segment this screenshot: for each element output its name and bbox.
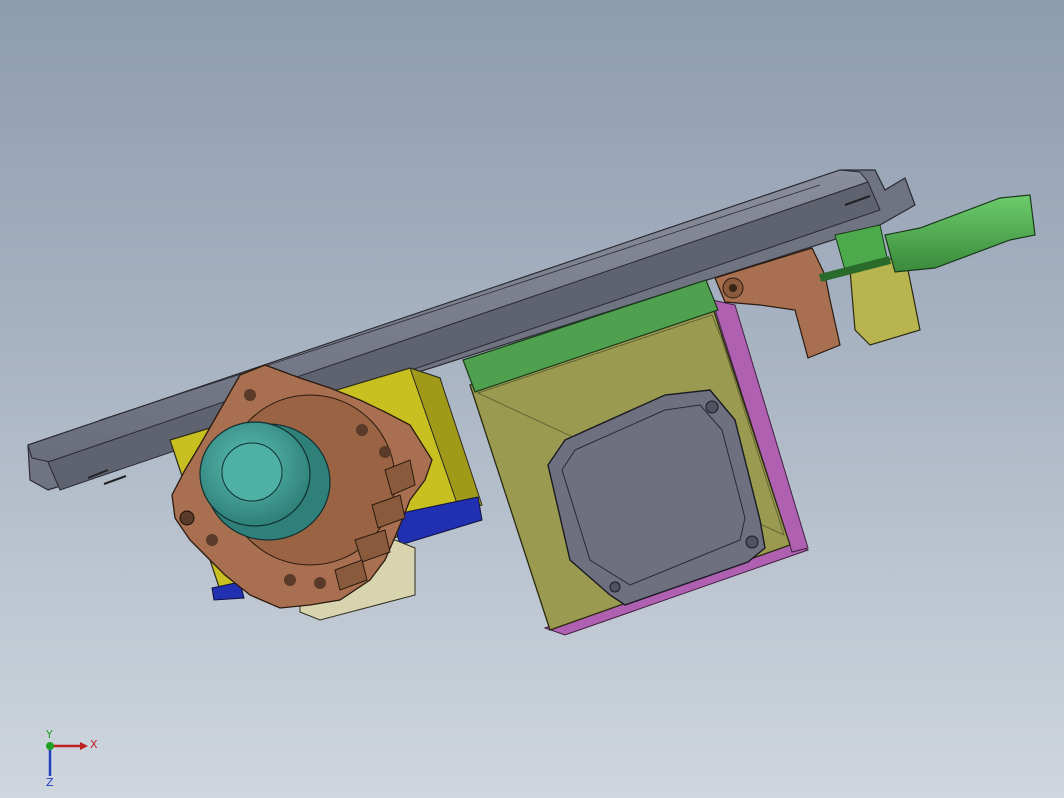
y-axis-dot <box>46 742 54 750</box>
cad-model[interactable] <box>0 0 1064 798</box>
x-axis-label: X <box>90 738 98 751</box>
coordinate-triad: X Y Z <box>45 728 98 788</box>
z-axis-label: Z <box>46 776 54 788</box>
y-axis-label: Y <box>45 728 53 741</box>
graphics-viewport[interactable]: X Y Z <box>0 0 1064 798</box>
linear-rail[interactable] <box>27 169 916 491</box>
